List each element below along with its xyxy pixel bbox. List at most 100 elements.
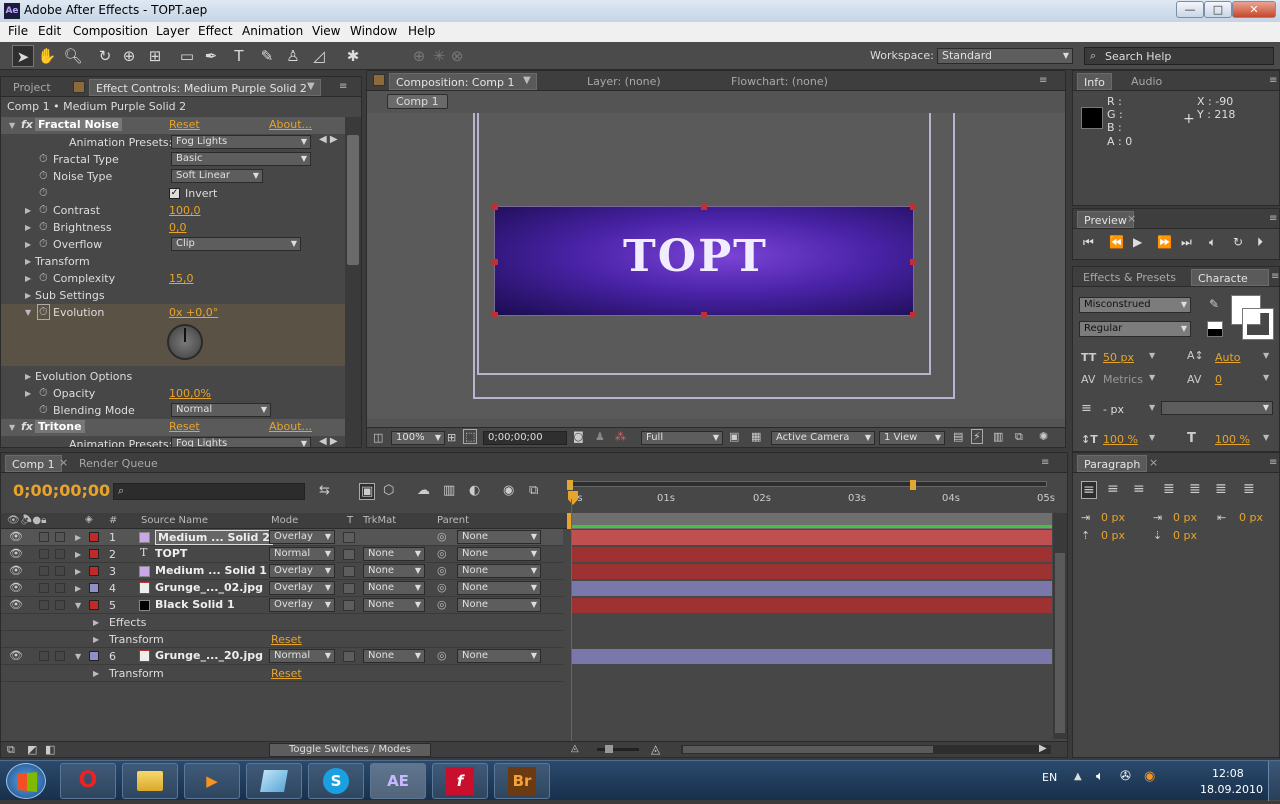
tab-timeline-comp[interactable]: Comp 1 [5,455,62,472]
contrast-value[interactable]: 100,0 [169,204,201,217]
invert-checkbox[interactable]: ✓ [169,188,180,199]
solo-toggle[interactable] [39,583,49,593]
clock-date[interactable]: 18.09.2010 [1200,783,1263,796]
notes-icon[interactable] [246,763,302,799]
fractal-type-dropdown[interactable]: Basic [171,152,311,166]
timeline-icon[interactable]: ▥ [993,430,1003,443]
pen-tool-icon[interactable]: ✒ [200,45,222,67]
handle[interactable] [701,312,707,318]
expand-tritone-icon[interactable]: ▼ [9,423,15,432]
preserve-transparency-toggle[interactable] [343,600,355,611]
workspace-dropdown[interactable]: Standard [937,48,1073,64]
expand-evolution-icon[interactable]: ▼ [25,308,31,317]
lock-toggle[interactable] [55,532,65,542]
after-effects-taskbar-icon[interactable]: AE [370,763,426,799]
kerning-value[interactable]: Metrics [1103,373,1143,386]
graph-editor-icon[interactable]: ⧉ [529,483,538,498]
next-frame-icon[interactable]: ⏩ [1157,235,1172,249]
align-right-icon[interactable]: ≡ [1133,481,1145,497]
pan-behind-tool-icon[interactable]: ⊞ [144,45,166,67]
layer-name[interactable]: Medium ... Solid 1 [155,564,267,577]
label-color[interactable] [89,532,99,542]
overflow-dropdown[interactable]: Clip [171,237,301,251]
tab-preview[interactable]: Preview [1077,211,1134,228]
menu-window[interactable]: Window [350,24,397,38]
lock-icon[interactable] [373,74,385,86]
horizontal-scrollbar[interactable] [681,745,1051,754]
layer-name[interactable]: Grunge_..._02.jpg [155,581,263,594]
about-link[interactable]: About... [269,420,312,433]
toggle-transparency-icon[interactable]: ▦ [751,430,761,443]
layer-name[interactable]: Grunge_..._20.jpg [155,649,263,662]
menu-animation[interactable]: Animation [242,24,303,38]
pickwhip-icon[interactable]: ◎ [437,581,447,594]
brainstorm-icon[interactable]: ◉ [503,483,514,498]
panel-menu-icon[interactable]: ≡ [1039,75,1047,86]
expand-pane-icon[interactable]: ⧉ [7,743,15,757]
vertical-scale-value[interactable]: 100 % [1103,433,1138,446]
layer-row[interactable]: 👁︎ ▼ 5 Black Solid 1 Overlay None ◎ None [1,597,563,614]
stroke-color-swatch[interactable] [1242,308,1274,340]
preserve-transparency-toggle[interactable] [343,651,355,662]
clone-stamp-tool-icon[interactable]: ♙ [282,45,304,67]
search-help-box[interactable]: ⌕ Search Help [1084,47,1274,65]
start-button[interactable] [6,763,46,799]
panel-menu-icon[interactable]: ≡ [339,81,347,92]
tab-effect-controls[interactable]: Effect Controls: Medium Purple Solid 2 [89,79,321,96]
close-icon[interactable]: × [59,456,68,469]
brush-tool-icon[interactable]: ✎ [256,45,278,67]
font-style-dropdown[interactable]: Regular [1079,321,1191,337]
font-size-value[interactable]: 50 px [1103,351,1134,364]
work-area-bar[interactable] [567,481,1047,487]
tracking-value[interactable]: 0 [1215,373,1222,386]
comp-viewer[interactable]: TOPT [367,113,1065,419]
panel-menu-icon[interactable]: ≡ [1271,271,1279,282]
layer-row[interactable]: 👁︎ ▶ 3 Medium ... Solid 1Overlay None ◎ None [1,563,563,580]
track-matte-dropdown[interactable]: None [363,547,425,561]
horizontal-scale-value[interactable]: 100 % [1215,433,1250,446]
timeline-scrollbar[interactable] [1053,513,1067,739]
pickwhip-icon[interactable]: ◎ [437,649,447,662]
eye-icon[interactable]: 👁︎ [9,530,23,543]
toggle-switches-modes-button[interactable]: Toggle Switches / Modes [269,743,431,757]
expand-group-icon[interactable]: ▶ [93,669,99,678]
explorer-icon[interactable] [122,763,178,799]
tab-flowchart[interactable]: Flowchart: (none) [725,73,834,90]
label-color[interactable] [89,600,99,610]
tab-info[interactable]: Info [1077,73,1112,90]
expand-layer-icon[interactable]: ▶ [75,533,81,542]
effect-name-fractal-noise[interactable]: Fractal Noise [35,118,123,131]
layer-duration-bar[interactable] [572,649,1052,664]
justify-all-icon[interactable]: ≣ [1243,481,1255,497]
effect-name-tritone[interactable]: Tritone [35,420,85,433]
solo-toggle[interactable] [39,566,49,576]
puppet-pin-tool-icon[interactable]: ✱ [342,45,364,67]
exposure-icon[interactable]: ✺ [1039,430,1048,443]
expand-brightness-icon[interactable]: ▶ [25,223,31,232]
bridge-icon[interactable]: Br [494,763,550,799]
hand-tool-icon[interactable]: ✋ [36,45,58,67]
label-color[interactable] [89,549,99,559]
rectangle-mask-tool-icon[interactable]: ▭ [176,45,198,67]
camera-dropdown[interactable]: Active Camera [771,431,875,445]
chevron-down-icon[interactable]: ▼ [1149,403,1155,412]
reset-link[interactable]: Reset [169,118,200,131]
flash-icon[interactable]: f [432,763,488,799]
indent-right-value[interactable]: 0 px [1239,511,1263,524]
align-center-icon[interactable]: ≡ [1107,481,1119,497]
reset-link[interactable]: Reset [169,420,200,433]
blend-mode-dropdown[interactable]: Overlay [269,581,335,595]
handle[interactable] [492,312,498,318]
eye-icon[interactable]: 👁︎ [9,564,23,577]
tab-project[interactable]: Project [7,79,57,96]
zoom-tool-icon[interactable]: 🔍︎ [62,45,84,67]
layer-row[interactable]: 👁︎ ▶ 2 T TOPT Normal None ◎ None [1,546,563,563]
blend-mode-dropdown[interactable]: Normal [269,649,335,663]
comp-image[interactable]: TOPT [494,206,914,316]
snapshot-icon[interactable]: ◙ [573,430,584,443]
evolution-value[interactable]: 0x +0,0° [169,306,218,319]
menu-effect[interactable]: Effect [198,24,233,38]
view-axis-icon[interactable]: ⊗ [446,45,468,67]
track-matte-dropdown[interactable]: None [363,564,425,578]
parent-dropdown[interactable]: None [457,598,541,612]
